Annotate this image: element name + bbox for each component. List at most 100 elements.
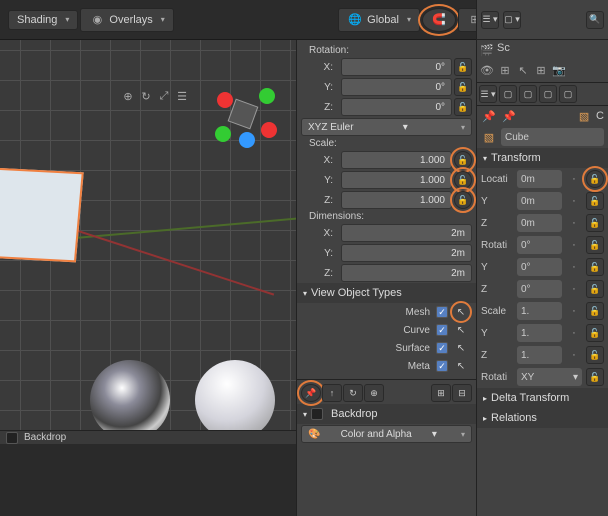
mesh-visible-checkbox[interactable] (436, 306, 448, 318)
anim-button[interactable]: · (566, 259, 582, 275)
refresh-button[interactable]: ↻ (343, 384, 363, 402)
cube-icon[interactable]: ▧ (576, 108, 592, 124)
rotation-z-field[interactable]: 0° (341, 98, 452, 116)
filter-icon[interactable]: 📷 (551, 62, 567, 78)
backdrop-checkbox[interactable] (311, 408, 323, 420)
lock-button[interactable]: 🔓 (586, 236, 604, 254)
scale-x-field[interactable]: 1.000 (341, 151, 452, 169)
meta-visible-checkbox[interactable] (436, 360, 448, 372)
surface-visible-checkbox[interactable] (436, 342, 448, 354)
tool-icon[interactable]: ☰ (174, 88, 190, 104)
rotation-x-field[interactable]: 0° (341, 58, 452, 76)
fit-button[interactable]: ⊕ (364, 384, 384, 402)
scale-y-field[interactable]: 1. (517, 324, 562, 342)
rotation-mode-dropdown[interactable]: XYZ Euler▾ (301, 118, 472, 136)
pin-icon[interactable]: 📌 (481, 108, 497, 124)
overlays-dropdown[interactable]: ◉Overlays (80, 8, 173, 32)
tab-button[interactable]: ▢ (519, 85, 537, 103)
filter-icon[interactable]: ⊞ (533, 62, 549, 78)
lock-button[interactable]: 🔓 (454, 171, 472, 189)
zoom-out-button[interactable]: ⊟ (452, 384, 472, 402)
color-alpha-dropdown[interactable]: 🎨Color and Alpha▾ (301, 425, 472, 443)
lock-button[interactable]: 🔓 (454, 151, 472, 169)
lock-button[interactable]: 🔓 (586, 346, 604, 364)
lock-button[interactable]: 🔓 (586, 302, 604, 320)
editor-option[interactable]: ▢ ▾ (503, 11, 521, 29)
anim-button[interactable]: · (566, 281, 582, 297)
scene-icon[interactable]: 🎬 (479, 42, 495, 58)
curve-visible-checkbox[interactable] (436, 324, 448, 336)
anim-button[interactable]: · (566, 347, 582, 363)
dim-y-field[interactable]: 2m (341, 244, 472, 262)
3d-viewport[interactable]: ⊕ ↻ ⤢ ☰ (0, 40, 296, 445)
rot-y-field[interactable]: 0° (517, 258, 562, 276)
curve-selectable-icon[interactable]: ↖ (454, 323, 468, 337)
relations-header[interactable]: Relations (477, 408, 608, 428)
gizmo-z-axis[interactable] (239, 132, 255, 148)
anim-button[interactable]: · (566, 171, 582, 187)
rotation-y-field[interactable]: 0° (341, 78, 452, 96)
scale-y-field[interactable]: 1.000 (341, 171, 452, 189)
shading-dropdown[interactable]: Shading (8, 10, 78, 30)
lock-button[interactable]: 🔓 (586, 280, 604, 298)
dim-z-field[interactable]: 2m (341, 264, 472, 282)
view-types-header[interactable]: View Object Types (297, 283, 476, 303)
search-button[interactable]: 🔍 (586, 11, 604, 29)
gizmo-x-axis[interactable] (217, 92, 233, 108)
pin-icon[interactable]: 📌 (501, 108, 517, 124)
loc-y-field[interactable]: 0m (517, 192, 562, 210)
editor-selector[interactable]: ☰ ▾ (481, 11, 499, 29)
backdrop-checkbox[interactable] (6, 432, 18, 444)
snap-toggle[interactable]: 🧲 (422, 8, 456, 32)
orientation-dropdown[interactable]: 🌐Global (338, 8, 420, 32)
filter-icon[interactable]: ⊞ (497, 62, 513, 78)
anim-button[interactable]: · (566, 215, 582, 231)
lock-button[interactable]: 🔓 (454, 78, 472, 96)
anim-button[interactable]: · (566, 325, 582, 341)
scene-label[interactable]: Sc (497, 42, 510, 58)
lock-button[interactable]: 🔓 (454, 191, 472, 209)
delta-header[interactable]: Delta Transform (477, 388, 608, 408)
lock-button[interactable]: 🔓 (586, 324, 604, 342)
lock-button[interactable]: 🔓 (586, 368, 604, 386)
gizmo-y-axis[interactable] (259, 88, 275, 104)
scale-z-field[interactable]: 1.000 (341, 191, 452, 209)
cube-object[interactable] (0, 168, 84, 263)
tab-button[interactable]: ☰ ▾ (479, 85, 497, 103)
backdrop-section-header[interactable]: Backdrop (297, 404, 476, 424)
rotmode-dropdown[interactable]: XY▾ (517, 368, 582, 386)
anim-button[interactable]: · (566, 237, 582, 253)
dim-x-field[interactable]: 2m (341, 224, 472, 242)
filter-icon[interactable]: ↖ (515, 62, 531, 78)
anim-button[interactable]: · (566, 303, 582, 319)
lock-button[interactable]: 🔓 (454, 98, 472, 116)
scale-x-field[interactable]: 1. (517, 302, 562, 320)
tab-button[interactable]: ▢ (559, 85, 577, 103)
mesh-selectable-icon[interactable]: ↖ (454, 305, 468, 319)
loc-z-field[interactable]: 0m (517, 214, 562, 232)
lock-button[interactable]: 🔓 (586, 192, 604, 210)
tool-icon[interactable]: ⤢ (156, 88, 172, 104)
surface-selectable-icon[interactable]: ↖ (454, 341, 468, 355)
zoom-in-button[interactable]: ⊞ (431, 384, 451, 402)
tool-icon[interactable]: ↻ (138, 88, 154, 104)
rot-x-field[interactable]: 0° (517, 236, 562, 254)
lock-button[interactable]: 🔓 (586, 214, 604, 232)
lock-button[interactable]: 🔓 (586, 258, 604, 276)
gizmo-neg-axis[interactable] (261, 122, 277, 138)
gizmo-neg-axis[interactable] (215, 126, 231, 142)
move-up-button[interactable]: ↑ (322, 384, 342, 402)
transform-header[interactable]: Transform (477, 148, 608, 168)
object-name-field[interactable]: Cube (501, 128, 604, 146)
nav-gizmo[interactable] (211, 82, 281, 152)
rot-z-field[interactable]: 0° (517, 280, 562, 298)
tab-button[interactable]: ▢ (499, 85, 517, 103)
scale-z-field[interactable]: 1. (517, 346, 562, 364)
pin-button[interactable]: 📌 (301, 384, 321, 402)
loc-x-field[interactable]: 0m (517, 170, 562, 188)
lock-button[interactable]: 🔓 (454, 58, 472, 76)
tab-button[interactable]: ▢ (539, 85, 557, 103)
meta-selectable-icon[interactable]: ↖ (454, 359, 468, 373)
anim-button[interactable]: · (566, 193, 582, 209)
filter-icon[interactable]: 👁 (479, 62, 495, 78)
